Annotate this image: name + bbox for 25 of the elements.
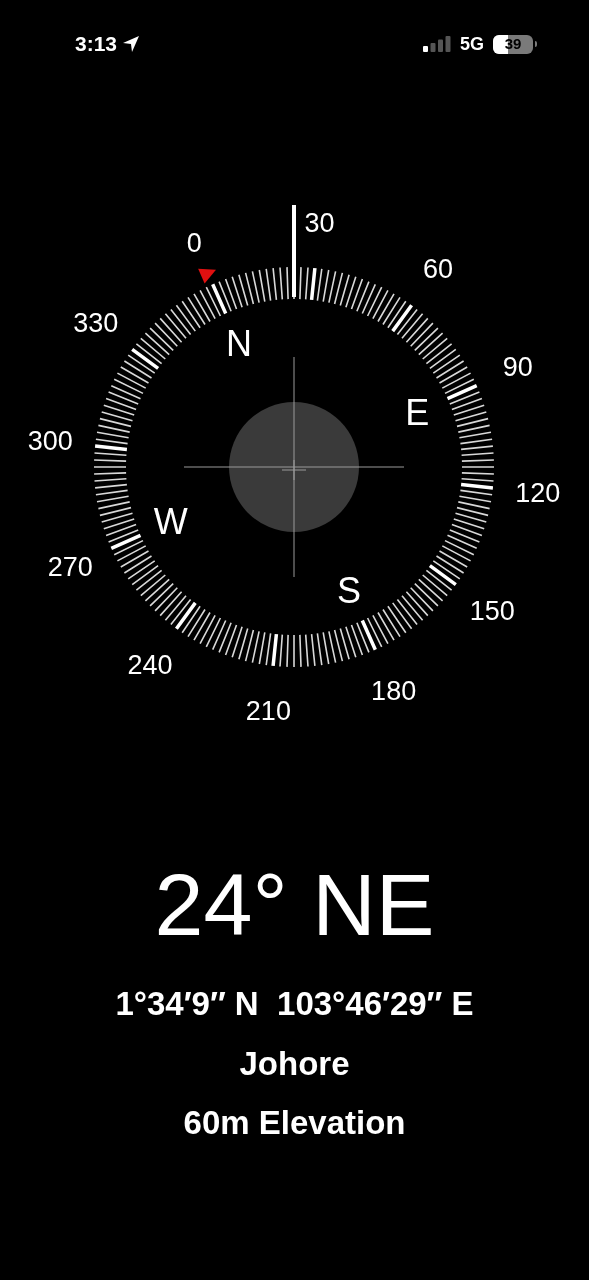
signal-icon xyxy=(423,36,451,52)
north-pointer-icon xyxy=(198,268,216,284)
degree-label: 270 xyxy=(47,551,93,582)
cardinal-label: S xyxy=(336,569,361,611)
degree-label: 210 xyxy=(245,695,291,726)
coordinates: 1°34′9″ N 103°46′29″ E xyxy=(115,987,474,1020)
cardinal-label: N xyxy=(226,323,253,365)
heading-reading: 24° NE xyxy=(154,861,435,949)
degree-label: 60 xyxy=(423,253,454,284)
location-name: Johore xyxy=(239,1047,350,1080)
degree-label: 120 xyxy=(515,477,561,508)
location-arrow-icon xyxy=(122,35,141,53)
network-type: 5G xyxy=(460,32,484,56)
degree-label: 180 xyxy=(371,675,417,706)
cardinal-label: W xyxy=(153,501,188,543)
elevation: 60m Elevation xyxy=(183,1106,406,1139)
degree-label: 330 xyxy=(73,308,119,338)
degree-label: 30 xyxy=(304,208,335,239)
degree-label: 0 xyxy=(186,228,202,259)
status-time: 3:13 xyxy=(75,31,118,58)
degree-label: 150 xyxy=(469,596,515,626)
degree-label: 300 xyxy=(27,426,73,457)
cardinal-label: E xyxy=(405,391,430,433)
degree-label: 240 xyxy=(127,650,173,681)
degree-label: 90 xyxy=(502,352,533,383)
